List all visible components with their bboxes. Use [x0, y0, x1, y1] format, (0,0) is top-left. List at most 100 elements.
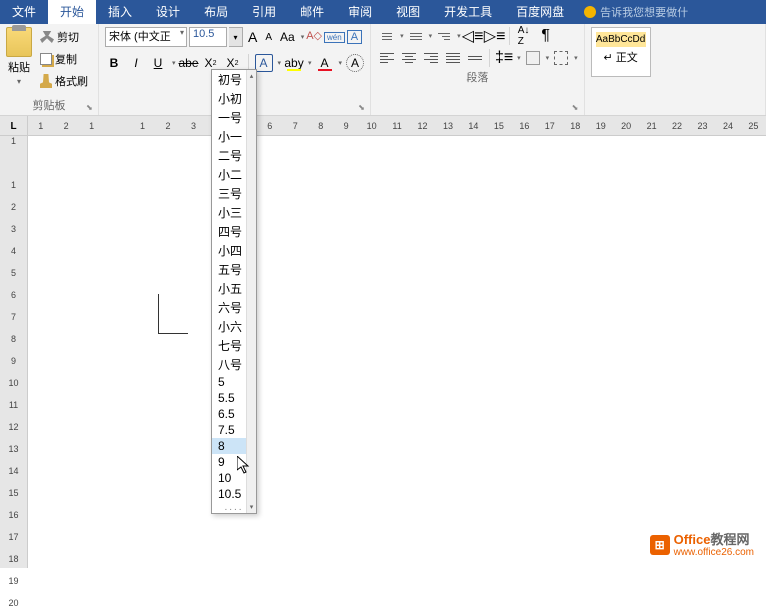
dropdown-scrollbar[interactable]: ▴ ▾: [246, 70, 256, 513]
ribbon: 粘贴 ▾ 剪切 复制 格式刷 剪贴板 ⬊ 宋体 (中文正 10.5 ▾ A A …: [0, 24, 766, 116]
chevron-down-icon[interactable]: ▾: [339, 59, 343, 67]
ruler-mark: 10: [0, 378, 27, 388]
chevron-down-icon[interactable]: ▾: [172, 59, 176, 67]
font-dialog-launcher[interactable]: ⬊: [358, 103, 368, 113]
tab-baidu[interactable]: 百度网盘: [504, 0, 576, 24]
font-family-select[interactable]: 宋体 (中文正: [105, 27, 187, 47]
tab-developer[interactable]: 开发工具: [432, 0, 504, 24]
chevron-down-icon[interactable]: ▾: [546, 54, 550, 62]
format-painter-label: 格式刷: [55, 73, 88, 89]
tab-mail[interactable]: 邮件: [288, 0, 336, 24]
paste-icon: [6, 27, 32, 57]
format-painter-button[interactable]: 格式刷: [36, 71, 92, 91]
vertical-ruler[interactable]: 11234567891011121314151617181920: [0, 136, 28, 568]
enclose-char-button[interactable]: A: [346, 54, 364, 72]
tab-file[interactable]: 文件: [0, 0, 48, 24]
chevron-down-icon[interactable]: ▾: [457, 32, 461, 40]
show-marks-button[interactable]: ¶: [536, 27, 556, 45]
distribute-button[interactable]: [465, 49, 485, 67]
font-color-button[interactable]: A: [316, 54, 334, 72]
paragraph-dialog-launcher[interactable]: ⬊: [572, 103, 582, 113]
numbering-button[interactable]: [406, 27, 426, 45]
ruler-mark: 19: [0, 576, 27, 586]
scroll-down-arrow-icon[interactable]: ▾: [247, 501, 256, 513]
separator: [489, 49, 490, 67]
ruler-mark: 20: [613, 116, 638, 135]
decrease-indent-button[interactable]: ◁≡: [463, 27, 483, 45]
align-center-button[interactable]: [399, 49, 419, 67]
document-area: 11234567891011121314151617181920: [0, 136, 766, 568]
borders-button[interactable]: [551, 49, 571, 67]
chevron-down-icon[interactable]: ▾: [574, 54, 578, 62]
ruler-mark: 6: [0, 290, 27, 300]
ruler-mark: 7: [283, 116, 308, 135]
cut-button[interactable]: 剪切: [36, 27, 92, 47]
paste-button[interactable]: 粘贴 ▾: [6, 27, 32, 86]
ruler-mark: [104, 116, 129, 135]
chevron-down-icon[interactable]: ▾: [301, 33, 305, 41]
group-paragraph: ▾ ▾ ▾ ◁≡ ▷≡ A↓Z ¶ ‡≡▾ ▾ ▾ 段落 ⬊: [371, 24, 585, 115]
tab-view[interactable]: 视图: [384, 0, 432, 24]
chevron-down-icon[interactable]: ▾: [308, 59, 312, 67]
tab-insert[interactable]: 插入: [96, 0, 144, 24]
bullets-button[interactable]: [377, 27, 397, 45]
tell-me-search[interactable]: 告诉我您想要做什: [584, 4, 688, 20]
style-normal[interactable]: AaBbCcDd ↵ 正文: [591, 27, 651, 77]
chevron-down-icon[interactable]: ▾: [400, 32, 404, 40]
tab-selector[interactable]: L: [0, 116, 28, 136]
multilevel-list-button[interactable]: [434, 27, 454, 45]
clipboard-dialog-launcher[interactable]: ⬊: [86, 103, 96, 113]
strike-button[interactable]: abe: [180, 54, 198, 72]
clear-format-button[interactable]: A◇: [306, 29, 322, 42]
underline-button[interactable]: U: [149, 54, 167, 72]
ruler-mark: 1: [28, 116, 53, 135]
tab-review[interactable]: 审阅: [336, 0, 384, 24]
increase-indent-button[interactable]: ▷≡: [485, 27, 505, 45]
shrink-font-button[interactable]: A: [262, 32, 275, 43]
highlight-button[interactable]: aby: [285, 54, 303, 72]
font-size-dropdown-arrow[interactable]: ▾: [229, 27, 243, 47]
brush-icon: [40, 74, 52, 88]
cut-label: 剪切: [57, 29, 79, 45]
ruler-mark: 22: [664, 116, 689, 135]
align-right-button[interactable]: [421, 49, 441, 67]
text-effects-button[interactable]: A: [255, 54, 273, 72]
watermark: ⊞ Office教程网 www.office26.com: [650, 533, 754, 558]
scissors-icon: [40, 31, 54, 43]
bulb-icon: [584, 6, 596, 18]
tab-references[interactable]: 引用: [240, 0, 288, 24]
grow-font-button[interactable]: A: [245, 29, 260, 45]
phonetic-guide-button[interactable]: wén: [324, 32, 345, 43]
copy-label: 复制: [55, 51, 77, 67]
shading-button[interactable]: [523, 49, 543, 67]
ruler-mark: 11: [0, 400, 27, 410]
page-canvas[interactable]: [28, 136, 766, 568]
horizontal-ruler[interactable]: 1211234567891011121314151617181920212223…: [28, 116, 766, 135]
font-size-dropdown: 初号小初一号小一二号小二三号小三四号小四五号小五六号小六七号八号55.56.57…: [211, 69, 257, 514]
ruler-mark: 9: [333, 116, 358, 135]
italic-button[interactable]: I: [127, 54, 145, 72]
font-size-select[interactable]: 10.5: [189, 27, 227, 47]
page-margin-marker: [158, 294, 188, 334]
tab-home[interactable]: 开始: [48, 0, 96, 24]
horizontal-ruler-row: L 12112345678910111213141516171819202122…: [0, 116, 766, 136]
tab-design[interactable]: 设计: [144, 0, 192, 24]
line-spacing-button[interactable]: ‡≡: [494, 49, 514, 67]
chevron-down-icon[interactable]: ▾: [517, 54, 521, 62]
paste-dropdown-arrow[interactable]: ▾: [17, 77, 21, 86]
ruler-mark: 2: [53, 116, 78, 135]
chevron-down-icon[interactable]: ▾: [278, 59, 282, 67]
bold-button[interactable]: B: [105, 54, 123, 72]
tab-layout[interactable]: 布局: [192, 0, 240, 24]
align-justify-button[interactable]: [443, 49, 463, 67]
align-left-button[interactable]: [377, 49, 397, 67]
char-border-button[interactable]: A: [347, 30, 362, 44]
scroll-up-arrow-icon[interactable]: ▴: [247, 70, 256, 82]
ruler-mark: 25: [741, 116, 766, 135]
sort-button[interactable]: A↓Z: [514, 27, 534, 45]
ruler-mark: 18: [0, 554, 27, 564]
copy-button[interactable]: 复制: [36, 49, 92, 69]
shading-icon: [526, 51, 540, 65]
change-case-button[interactable]: Aa: [277, 30, 298, 44]
chevron-down-icon[interactable]: ▾: [429, 32, 433, 40]
